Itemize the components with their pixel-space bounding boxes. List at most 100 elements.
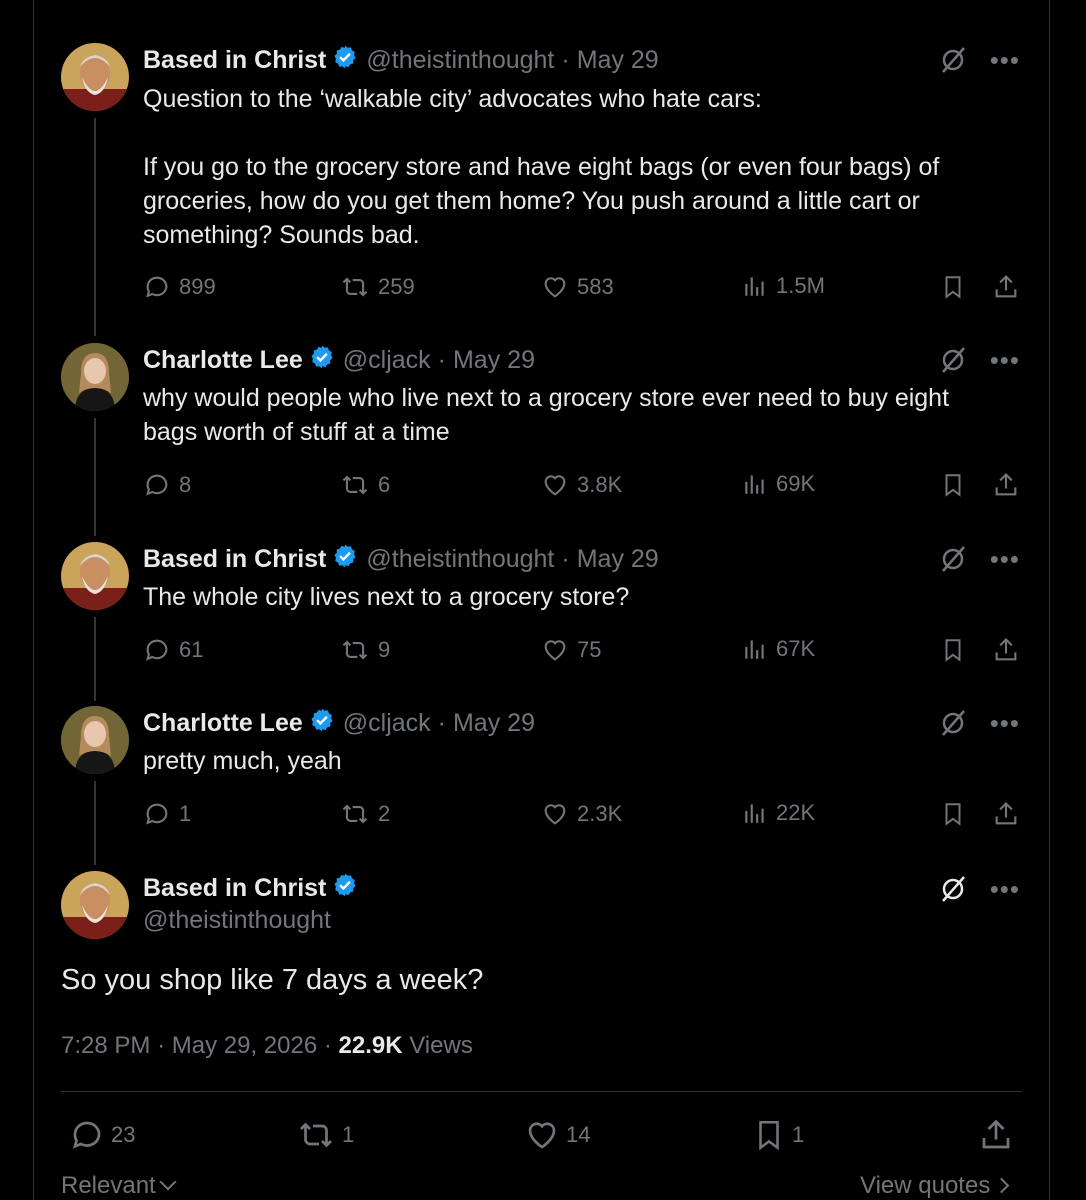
user-handle[interactable]: @theistinthought xyxy=(366,545,554,574)
bookmark-button[interactable] xyxy=(940,273,974,301)
grok-icon[interactable] xyxy=(938,544,968,574)
repost-count: 1 xyxy=(342,1122,355,1147)
avatar[interactable] xyxy=(61,542,129,610)
reply-button[interactable]: 61 xyxy=(143,636,203,664)
views-button[interactable]: 69K xyxy=(742,471,815,497)
display-name[interactable]: Based in Christ xyxy=(143,874,326,903)
tweet-text: why would people who live next to a groc… xyxy=(143,384,956,446)
user-handle[interactable]: @cljack xyxy=(343,709,431,738)
share-button[interactable] xyxy=(992,471,1028,499)
repost-button[interactable]: 259 xyxy=(340,273,415,301)
share-icon xyxy=(995,638,1017,661)
bookmark-icon xyxy=(945,474,961,497)
share-button[interactable] xyxy=(992,636,1028,664)
tweet-header: Based in Christ @theistinthought · May 2… xyxy=(143,543,659,576)
repost-icon xyxy=(342,277,368,297)
views-button[interactable]: 22K xyxy=(742,800,815,826)
share-button[interactable] xyxy=(992,800,1028,828)
views-icon xyxy=(745,277,764,296)
like-button[interactable]: 3.8K xyxy=(541,471,622,499)
tweet-full-date[interactable]: May 29, 2026 xyxy=(172,1032,317,1059)
sort-replies-dropdown[interactable]: Relevant xyxy=(61,1172,177,1200)
more-options-icon[interactable]: ••• xyxy=(990,710,1020,736)
bookmark-button[interactable] xyxy=(940,471,974,499)
share-icon xyxy=(995,473,1017,496)
repost-count: 259 xyxy=(378,274,415,299)
divider xyxy=(61,1091,1022,1092)
grok-icon[interactable] xyxy=(938,345,968,375)
thread-line xyxy=(94,617,96,701)
like-count: 14 xyxy=(566,1122,591,1147)
reply-count: 8 xyxy=(179,472,192,497)
tweet-date[interactable]: May 29 xyxy=(453,709,535,738)
avatar[interactable] xyxy=(61,43,129,111)
reply-count: 899 xyxy=(179,274,216,299)
avatar[interactable] xyxy=(61,871,129,939)
tweet-timestamp: 7:28 PM · May 29, 2026 · 22.9K Views xyxy=(61,1032,473,1060)
bookmark-button[interactable] xyxy=(940,800,974,828)
repost-button[interactable]: 6 xyxy=(340,471,390,499)
avatar[interactable] xyxy=(61,706,129,774)
repost-button[interactable]: 9 xyxy=(340,636,390,664)
view-count: 1.5M xyxy=(776,273,825,298)
more-options-icon[interactable]: ••• xyxy=(990,546,1020,572)
share-button[interactable] xyxy=(978,1117,1020,1153)
more-options-icon[interactable]: ••• xyxy=(990,876,1020,902)
more-options-icon[interactable]: ••• xyxy=(990,47,1020,73)
verified-badge-icon xyxy=(309,344,335,377)
thread-line xyxy=(94,781,96,865)
user-handle[interactable]: @theistinthought xyxy=(143,906,331,935)
like-count: 2.3K xyxy=(577,801,623,826)
share-icon xyxy=(995,802,1017,825)
like-button[interactable]: 14 xyxy=(524,1117,590,1153)
tweet-date[interactable]: May 29 xyxy=(577,545,659,574)
views-label: Views xyxy=(409,1032,473,1059)
views-button[interactable]: 1.5M xyxy=(742,273,825,299)
user-handle[interactable]: @theistinthought xyxy=(366,46,554,75)
like-button[interactable]: 583 xyxy=(541,273,614,301)
tweet-time[interactable]: 7:28 PM xyxy=(61,1032,150,1059)
tweet-header: Based in Christ @theistinthought · May 2… xyxy=(143,44,659,77)
views-button[interactable]: 67K xyxy=(742,636,815,662)
repost-button[interactable]: 2 xyxy=(340,800,390,828)
like-button[interactable]: 2.3K xyxy=(541,800,622,828)
tweet-header: Charlotte Lee @cljack · May 29 xyxy=(143,707,535,740)
display-name[interactable]: Charlotte Lee xyxy=(143,346,303,375)
views-icon xyxy=(745,475,764,494)
repost-icon xyxy=(342,475,368,495)
grok-icon[interactable] xyxy=(938,874,968,904)
reply-button[interactable]: 8 xyxy=(143,471,191,499)
bookmark-icon xyxy=(759,1120,779,1151)
chevron-down-icon xyxy=(159,1173,177,1191)
view-count: 69K xyxy=(776,471,816,496)
repost-button[interactable]: 1 xyxy=(296,1117,354,1153)
views-count: 22.9K xyxy=(338,1032,403,1059)
view-quotes-link[interactable]: View quotes xyxy=(860,1172,1010,1200)
heart-icon xyxy=(544,277,566,298)
display-name[interactable]: Based in Christ xyxy=(143,545,326,574)
bookmark-icon xyxy=(945,803,961,826)
share-button[interactable] xyxy=(992,273,1028,301)
tweet-date[interactable]: May 29 xyxy=(453,346,535,375)
display-name[interactable]: Charlotte Lee xyxy=(143,709,303,738)
like-count: 583 xyxy=(577,274,614,299)
heart-icon xyxy=(544,804,566,825)
reply-button[interactable]: 899 xyxy=(143,273,216,301)
tweet-date[interactable]: May 29 xyxy=(577,46,659,75)
display-name[interactable]: Based in Christ xyxy=(143,46,326,75)
avatar[interactable] xyxy=(61,343,129,411)
bookmark-button[interactable]: 1 xyxy=(752,1117,804,1153)
reply-button[interactable]: 1 xyxy=(143,800,191,828)
verified-badge-icon xyxy=(332,872,358,905)
tweet-actions: 899 259 583 1.5M xyxy=(143,273,1023,303)
tweet-top-actions: ••• xyxy=(938,544,1020,574)
view-count: 22K xyxy=(776,800,816,825)
user-handle[interactable]: @cljack xyxy=(343,346,431,375)
grok-icon[interactable] xyxy=(938,45,968,75)
share-icon xyxy=(995,275,1017,298)
more-options-icon[interactable]: ••• xyxy=(990,347,1020,373)
grok-icon[interactable] xyxy=(938,708,968,738)
reply-button[interactable]: 23 xyxy=(69,1117,135,1153)
bookmark-button[interactable] xyxy=(940,636,974,664)
like-button[interactable]: 75 xyxy=(541,636,601,664)
